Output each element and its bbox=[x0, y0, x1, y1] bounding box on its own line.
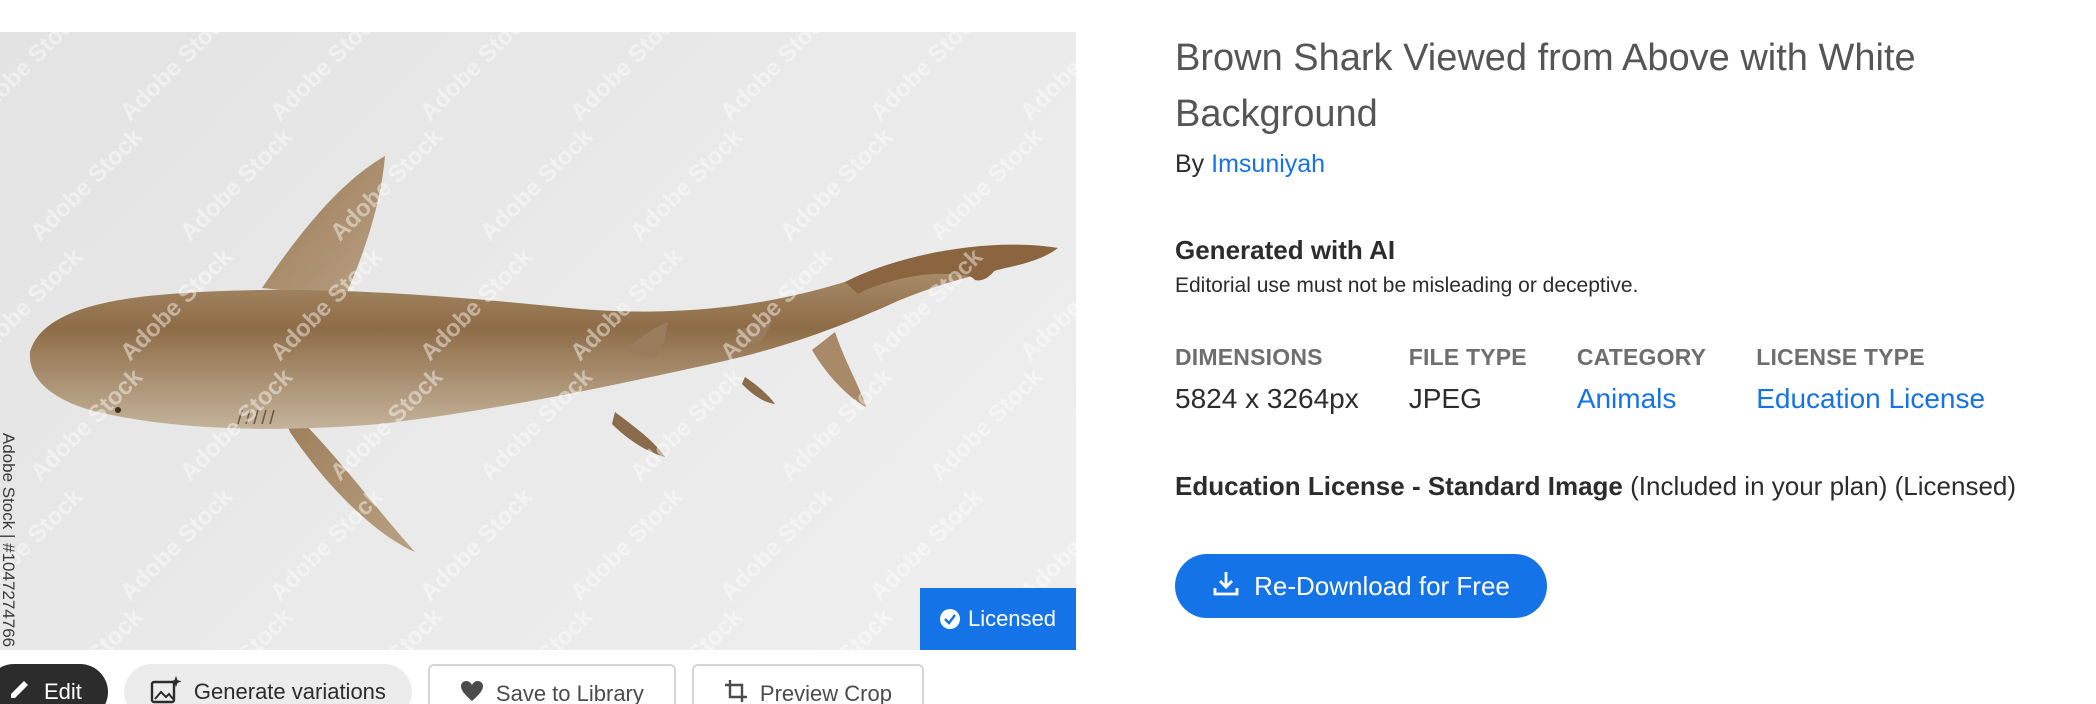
file-type: FILE TYPE JPEG bbox=[1409, 344, 1527, 415]
category: CATEGORY Animals bbox=[1577, 344, 1706, 415]
heart-icon bbox=[460, 680, 484, 704]
licensed-badge-label: Licensed bbox=[967, 606, 1057, 631]
asset-detail-page: Adobe Stock Adobe Stock Adobe Stock Adobe S… bbox=[0, 0, 2096, 704]
generate-variations-button[interactable]: Generate variations bbox=[123, 664, 412, 704]
edit-button[interactable]: Edit bbox=[0, 664, 108, 704]
crop-icon bbox=[724, 679, 748, 704]
license-included: (Included in your plan) bbox=[1630, 471, 1888, 501]
action-bar: Edit Generate variations Save to Library… bbox=[0, 664, 924, 704]
sparkle-image-icon bbox=[150, 674, 182, 704]
byline-prefix: By bbox=[1175, 150, 1205, 178]
image-preview[interactable]: Adobe Stock Adobe Stock Adobe Stock Adobe S… bbox=[0, 32, 1076, 650]
category-link[interactable]: Animals bbox=[1577, 383, 1706, 415]
save-to-library-button[interactable]: Save to Library bbox=[427, 664, 676, 704]
byline: By Imsuniyah bbox=[1175, 150, 2055, 179]
file-type-value: JPEG bbox=[1408, 383, 1482, 414]
pencil-icon bbox=[8, 677, 32, 704]
dimensions: DIMENSIONS 5824 x 3264px bbox=[1175, 344, 1359, 415]
shark-image bbox=[29, 156, 1059, 552]
redownload-button[interactable]: Re-Download for Free bbox=[1175, 554, 1547, 618]
dimensions-label: DIMENSIONS bbox=[1175, 344, 1323, 370]
asset-title: Brown Shark Viewed from Above with White… bbox=[1175, 37, 1916, 135]
dimensions-value: 5824 x 3264px bbox=[1175, 383, 1359, 414]
generate-variations-label: Generate variations bbox=[193, 679, 386, 704]
check-circle-icon bbox=[939, 609, 960, 629]
licensed-badge: Licensed bbox=[920, 588, 1076, 650]
download-icon bbox=[1212, 569, 1240, 604]
license-type: LICENSE TYPE Education License bbox=[1756, 344, 1985, 415]
category-label: CATEGORY bbox=[1576, 344, 1707, 370]
license-type-label: LICENSE TYPE bbox=[1756, 344, 1925, 370]
license-type-link[interactable]: Education License bbox=[1756, 383, 1985, 415]
side-credit: Adobe Stock | #1047274766 bbox=[0, 432, 19, 648]
license-summary: Education License - Standard Image (Incl… bbox=[1175, 471, 2055, 502]
edit-button-label: Edit bbox=[44, 679, 82, 704]
preview-crop-button[interactable]: Preview Crop bbox=[691, 664, 924, 704]
preview-crop-label: Preview Crop bbox=[759, 681, 892, 704]
asset-metadata: DIMENSIONS 5824 x 3264px FILE TYPE JPEG … bbox=[1175, 344, 2055, 415]
asset-details: Brown Shark Viewed from Above with White… bbox=[1175, 30, 2055, 618]
ai-generated-title: Generated with AI bbox=[1175, 235, 1396, 265]
redownload-label: Re-Download for Free bbox=[1254, 570, 1510, 601]
save-to-library-label: Save to Library bbox=[495, 681, 644, 704]
file-type-label: FILE TYPE bbox=[1408, 344, 1527, 370]
license-status: (Licensed) bbox=[1894, 471, 2017, 501]
author-link[interactable]: Imsuniyah bbox=[1211, 150, 1325, 178]
ai-generated-note: Editorial use must not be misleading or … bbox=[1175, 274, 1639, 297]
license-name: Education License - Standard Image bbox=[1175, 471, 1623, 501]
